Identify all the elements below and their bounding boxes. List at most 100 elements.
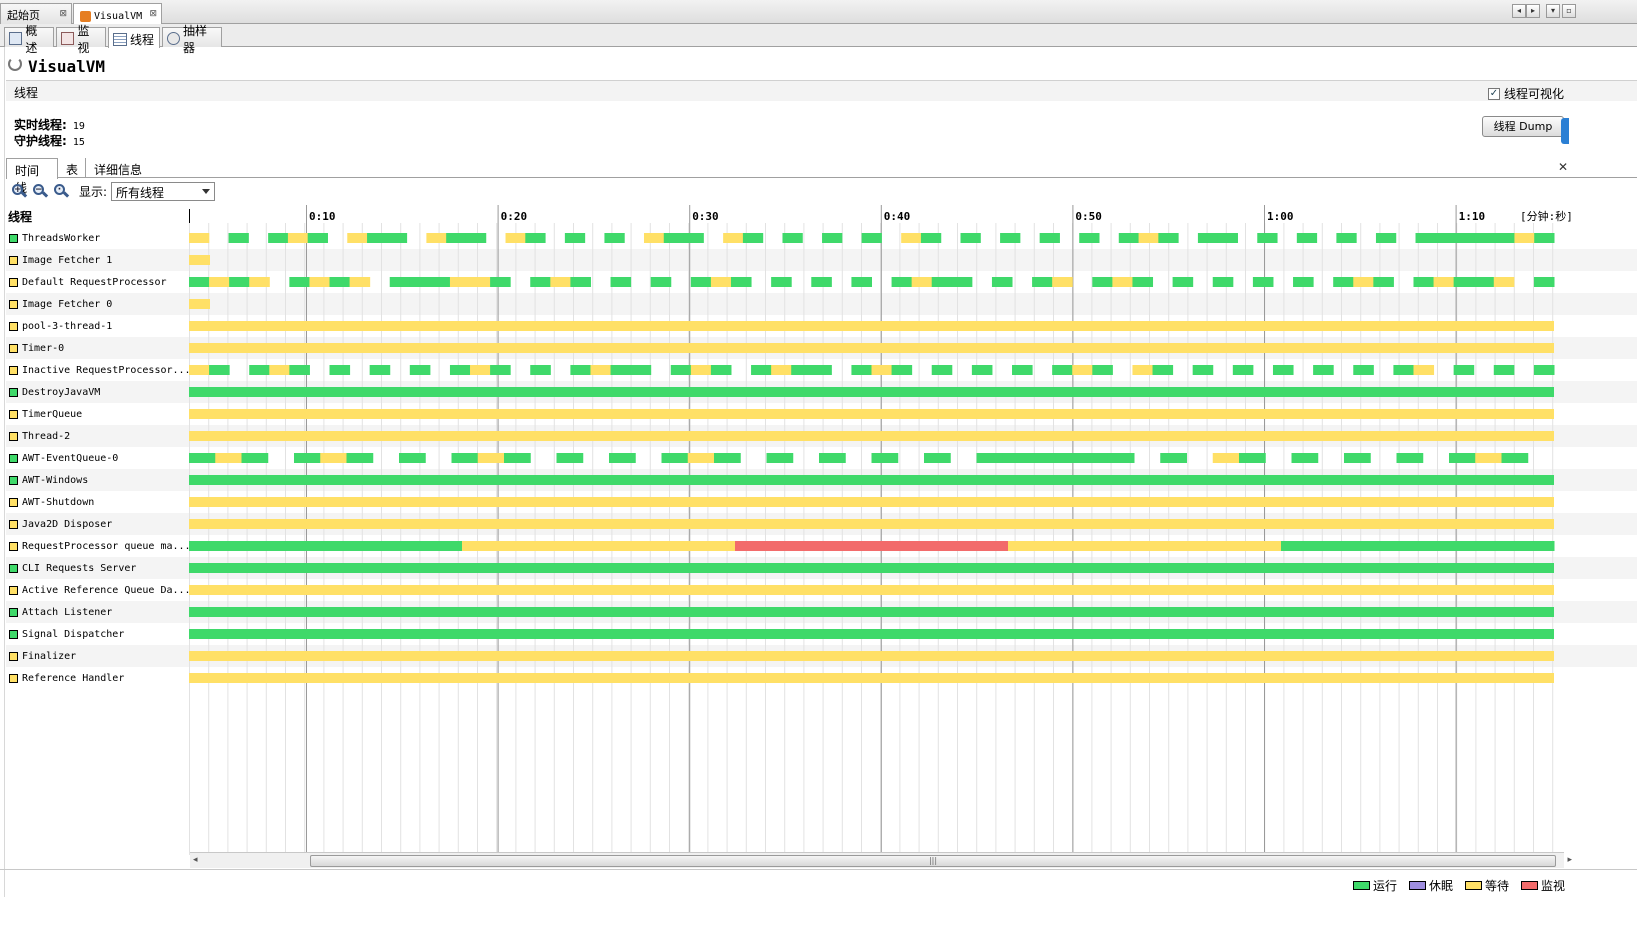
tab-overview[interactable]: 概述: [4, 24, 54, 55]
state-bar: [470, 365, 491, 375]
thread-state-swatch: [9, 321, 18, 331]
thread-name: RequestProcessor queue ma...: [22, 540, 189, 552]
state-bar: [189, 497, 1554, 507]
checkbox-checked-icon[interactable]: ✓: [1488, 87, 1500, 100]
state-bar: [309, 277, 331, 287]
state-bar: [1160, 453, 1187, 463]
state-bar: [590, 365, 612, 375]
thread-row-name[interactable]: Finalizer: [6, 645, 189, 667]
state-bar: [399, 453, 426, 463]
thread-row-name[interactable]: Image Fetcher 0: [6, 293, 189, 315]
zoom-in-icon[interactable]: +: [11, 183, 28, 199]
dropdown-icon[interactable]: ▾: [1546, 4, 1560, 18]
state-bar: [1132, 365, 1154, 375]
close-icon[interactable]: ⊠: [149, 9, 157, 19]
tab-table[interactable]: 表: [58, 158, 86, 178]
scroll-left-icon[interactable]: ◂: [1512, 4, 1526, 18]
state-bar: [1132, 277, 1154, 287]
state-bar: [1118, 233, 1140, 243]
state-bar: [1396, 453, 1424, 463]
thread-row-name[interactable]: RequestProcessor queue ma...: [6, 535, 189, 557]
state-bar: [1172, 277, 1194, 287]
state-bar: [294, 453, 321, 463]
state-bar: [1272, 365, 1294, 375]
thread-row-name[interactable]: ThreadsWorker: [6, 227, 189, 249]
scroll-right-icon[interactable]: ▸: [1567, 855, 1572, 865]
state-bar: [771, 277, 792, 287]
thread-state-swatch: [9, 607, 18, 617]
state-bar: [189, 475, 1554, 485]
thread-state-swatch: [9, 255, 18, 265]
scrollbar-thumb[interactable]: |||: [310, 855, 1556, 867]
thread-row-name[interactable]: AWT-EventQueue-0: [6, 447, 189, 469]
state-bar: [189, 277, 210, 287]
state-bar: [687, 453, 715, 463]
show-filter-select[interactable]: 所有线程: [111, 181, 216, 201]
thread-row-name[interactable]: Thread-2: [6, 425, 189, 447]
state-bar: [1052, 365, 1073, 375]
state-bar: [891, 277, 913, 287]
scroll-right-icon[interactable]: ▸: [1526, 4, 1540, 18]
thread-row-name[interactable]: TimerQueue: [6, 403, 189, 425]
row-stripe: [189, 249, 1637, 271]
section-title: 线程: [14, 86, 39, 100]
zoom-out-icon[interactable]: −: [32, 183, 49, 199]
horizontal-scrollbar[interactable]: ◂ ||| ▸: [190, 852, 1572, 868]
state-bar: [320, 453, 347, 463]
state-bar: [1002, 453, 1030, 463]
tab-threads[interactable]: 线程: [108, 27, 160, 48]
state-bar: [1212, 277, 1234, 287]
thread-row-name[interactable]: Signal Dispatcher: [6, 623, 189, 645]
section-header: 线程: [6, 80, 1637, 101]
thread-row-name[interactable]: DestroyJavaVM: [6, 381, 189, 403]
state-bar: [249, 277, 270, 287]
thread-row-name[interactable]: pool-3-thread-1: [6, 315, 189, 337]
state-bar: [819, 453, 846, 463]
scroll-left-icon[interactable]: ◂: [193, 855, 198, 865]
tab-label: 抽样器: [183, 23, 208, 55]
state-bar: [287, 233, 309, 243]
visualize-threads-toggle[interactable]: ✓ 线程可视化: [1488, 85, 1564, 102]
state-bar: [1475, 453, 1502, 463]
tab-label: 概述: [25, 23, 38, 55]
state-bar: [710, 365, 732, 375]
tab-sampler[interactable]: 抽样器: [162, 24, 222, 55]
state-bar: [1192, 365, 1214, 375]
state-bar: [710, 277, 732, 287]
thread-row-name[interactable]: Image Fetcher 1: [6, 249, 189, 271]
state-bar: [386, 233, 408, 243]
time-tick-label: 0:30: [692, 210, 719, 223]
tab-timeline[interactable]: 时间线: [6, 158, 58, 195]
thread-row-name[interactable]: AWT-Windows: [6, 469, 189, 491]
doc-tab-label: VisualVM: [94, 10, 143, 22]
state-bar: [1008, 541, 1282, 551]
state-bar: [811, 277, 832, 287]
thread-row-name[interactable]: Reference Handler: [6, 667, 189, 689]
tab-details[interactable]: 详细信息: [86, 158, 156, 178]
chevron-down-icon: [202, 188, 211, 194]
thread-row-name[interactable]: CLI Requests Server: [6, 557, 189, 579]
state-bar: [609, 453, 636, 463]
zoom-fit-icon[interactable]: ·: [53, 183, 70, 199]
thread-row-name[interactable]: Timer-0: [6, 337, 189, 359]
tab-monitor[interactable]: 监视: [56, 24, 106, 55]
thread-row-name[interactable]: Default RequestProcessor: [6, 271, 189, 293]
close-icon[interactable]: ✕: [1558, 160, 1568, 174]
thread-row-name[interactable]: Active Reference Queue Da...: [6, 579, 189, 601]
thread-row-name[interactable]: Attach Listener: [6, 601, 189, 623]
thread-dump-button[interactable]: 线程 Dump: [1482, 116, 1564, 137]
state-bar: [215, 453, 242, 463]
thread-timeline: 线程 ThreadsWorker Image Fetcher 1 Default R…: [6, 205, 1637, 870]
state-bar: [189, 585, 1554, 595]
maximize-icon[interactable]: ▫: [1562, 4, 1576, 18]
thread-state-swatch: [9, 387, 18, 397]
state-bar: [1474, 233, 1496, 243]
timeline-toolbar: + − · 显示: 所有线程: [6, 179, 1637, 203]
thread-row-name[interactable]: Inactive RequestProcessor...: [6, 359, 189, 381]
thread-row-name[interactable]: Java2D Disposer: [6, 513, 189, 535]
page-title: VisualVM: [28, 57, 106, 76]
time-tick-label: 0:20: [501, 210, 527, 223]
state-bar: [329, 277, 351, 287]
close-icon[interactable]: ⊠: [59, 9, 67, 19]
thread-row-name[interactable]: AWT-Shutdown: [6, 491, 189, 513]
